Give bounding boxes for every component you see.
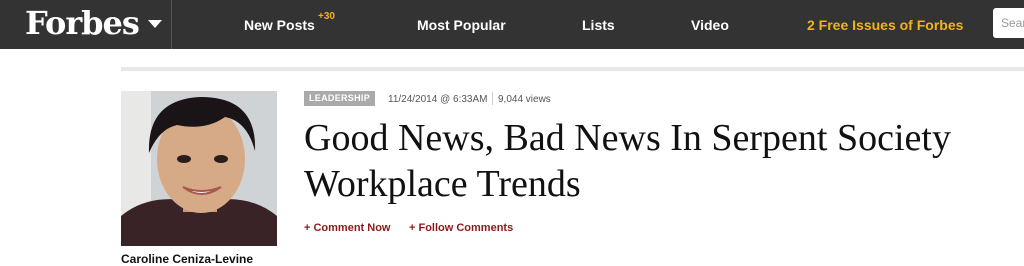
new-posts-count-badge: +30 [318, 11, 335, 22]
nav-free-issues[interactable]: 2 Free Issues of Forbes [807, 17, 963, 33]
publish-date: 11/24/2014 @ 6:33AM [388, 94, 488, 105]
author-portrait-icon [121, 91, 277, 246]
top-navigation-bar: Forbes New Posts +30 Most Popular Lists … [0, 0, 1024, 49]
search-input[interactable]: Sear [993, 8, 1024, 38]
nav-new-posts[interactable]: New Posts [244, 17, 315, 33]
follow-comments-link[interactable]: + Follow Comments [409, 222, 513, 234]
author-photo[interactable] [121, 91, 277, 246]
meta-divider [492, 92, 493, 105]
nav-divider [171, 0, 172, 49]
nav-most-popular[interactable]: Most Popular [417, 17, 506, 33]
article-headline: Good News, Bad News In Serpent Society W… [304, 117, 951, 205]
nav-lists[interactable]: Lists [582, 17, 615, 33]
forbes-logo[interactable]: Forbes [25, 3, 140, 43]
author-name[interactable]: Caroline Ceniza-Levine [121, 252, 253, 266]
view-count: 9,044 views [498, 94, 551, 105]
comment-now-link[interactable]: + Comment Now [304, 222, 390, 234]
content-divider [121, 67, 1024, 71]
category-tag[interactable]: LEADERSHIP [304, 91, 376, 106]
chevron-down-icon[interactable] [148, 20, 162, 28]
search-placeholder: Sear [1001, 16, 1024, 30]
nav-video[interactable]: Video [691, 17, 729, 33]
